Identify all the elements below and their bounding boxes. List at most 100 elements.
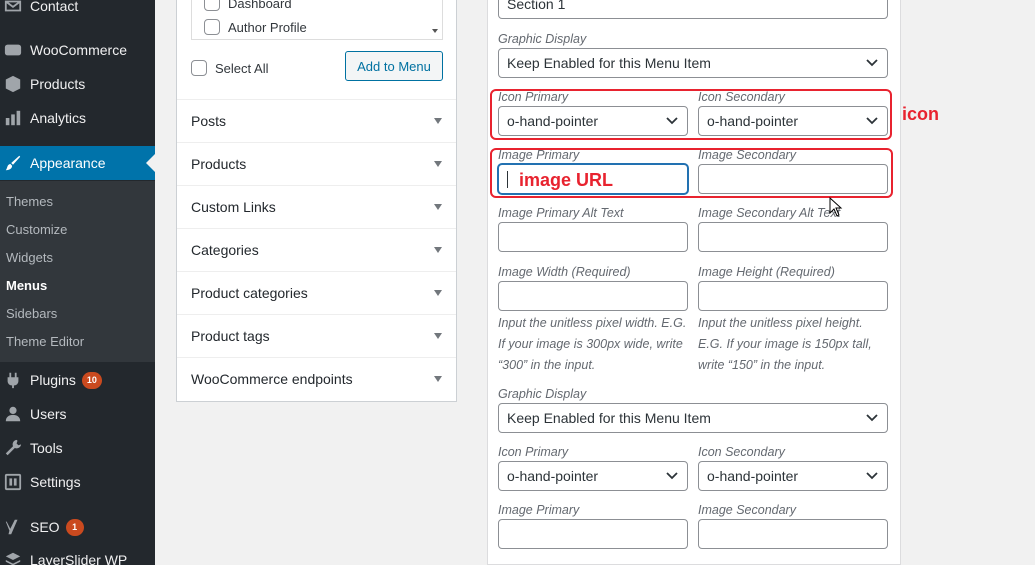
- checkbox[interactable]: [204, 19, 220, 35]
- plugins-update-badge: 10: [81, 371, 102, 389]
- sidebar-item-label: Contact: [30, 0, 79, 14]
- sidebar-item-label: Appearance: [30, 155, 106, 171]
- sidebar-item-contact[interactable]: Contact: [0, 0, 155, 23]
- image-primary-label-2: Image Primary: [498, 503, 580, 517]
- sidebar-item-label: Settings: [30, 474, 81, 490]
- accordion-title: Products: [191, 156, 247, 172]
- appearance-submenu: Themes Customize Widgets Menus Sidebars …: [0, 181, 155, 362]
- yoast-icon: [4, 518, 22, 536]
- admin-sidebar: Contact WooCommerce Products Analytics A…: [0, 0, 155, 565]
- brush-icon: [4, 154, 22, 172]
- user-icon: [4, 405, 22, 423]
- caret-down-icon: [434, 376, 442, 382]
- pages-checklist[interactable]: Dashboard Author Profile: [191, 0, 443, 40]
- graphic-display-select[interactable]: Keep Enabled for this Menu Item: [498, 48, 888, 78]
- sidebar-item-label: Plugins: [30, 372, 76, 388]
- submenu-item-theme-editor[interactable]: Theme Editor: [6, 334, 84, 349]
- image-url-annotation-label: image URL: [519, 170, 614, 190]
- bar-chart-icon: [4, 109, 22, 127]
- sidebar-item-label: LayerSlider WP: [30, 552, 128, 565]
- checkbox[interactable]: [191, 60, 207, 76]
- accordion-custom-links[interactable]: Custom Links: [177, 185, 456, 228]
- submenu-item-widgets[interactable]: Widgets: [6, 250, 53, 265]
- sidebar-item-users[interactable]: Users: [0, 397, 155, 431]
- icon-secondary-select-2[interactable]: o-hand-pointer: [698, 461, 888, 491]
- graphic-display-select-2[interactable]: Keep Enabled for this Menu Item: [498, 403, 888, 433]
- select-value: o-hand-pointer: [507, 468, 599, 484]
- icon-annotation-label: icon: [902, 104, 940, 124]
- accordion-products[interactable]: Products: [177, 142, 456, 185]
- checklist-item-dashboard[interactable]: Dashboard: [204, 0, 292, 11]
- scroll-down-arrow-icon[interactable]: [432, 29, 438, 33]
- select-all-label: Select All: [215, 60, 269, 76]
- sidebar-item-label: Tools: [30, 440, 63, 456]
- accordion-title: Posts: [191, 113, 227, 129]
- sidebar-item-analytics[interactable]: Analytics: [0, 101, 155, 135]
- settings-icon: [4, 473, 22, 491]
- wp-admin-screen: Contact WooCommerce Products Analytics A…: [0, 0, 1035, 565]
- sidebar-item-layerslider[interactable]: LayerSlider WP: [0, 543, 155, 565]
- layers-icon: [4, 551, 22, 565]
- checkbox-label: Author Profile: [228, 19, 307, 35]
- image-secondary-alt-input[interactable]: [698, 222, 888, 252]
- accordion-product-tags[interactable]: Product tags: [177, 314, 456, 357]
- submenu-item-customize[interactable]: Customize: [6, 222, 67, 237]
- icon-primary-select-2[interactable]: o-hand-pointer: [498, 461, 688, 491]
- caret-down-icon: [434, 290, 442, 296]
- sidebar-item-label: Products: [30, 76, 86, 92]
- sidebar-item-woocommerce[interactable]: WooCommerce: [0, 33, 155, 67]
- submenu-item-sidebars[interactable]: Sidebars: [6, 306, 57, 321]
- graphic-display-label-2: Graphic Display: [498, 387, 587, 401]
- icon-highlight-box: [490, 89, 892, 140]
- add-menu-items-box: Dashboard Author Profile Select All Add …: [176, 0, 457, 402]
- sidebar-item-appearance[interactable]: Appearance: [0, 146, 155, 180]
- chevron-down-icon: [666, 472, 678, 480]
- accordion-title: Product tags: [191, 328, 270, 344]
- sidebar-item-seo[interactable]: SEO 1: [0, 510, 155, 544]
- sidebar-item-products[interactable]: Products: [0, 67, 155, 101]
- add-to-menu-button[interactable]: Add to Menu: [345, 51, 443, 81]
- width-help-text: Input the unitless pixel width. E.G. If …: [498, 316, 687, 372]
- chevron-down-icon: [866, 414, 878, 422]
- image-primary-input-2[interactable]: [498, 519, 688, 549]
- accordion-product-categories[interactable]: Product categories: [177, 271, 456, 314]
- accordion-title: Custom Links: [191, 199, 276, 215]
- section-input[interactable]: Section 1: [498, 0, 888, 19]
- image-width-label: Image Width (Required): [498, 265, 631, 279]
- plug-icon: [4, 371, 22, 389]
- accordion-woocommerce-endpoints[interactable]: WooCommerce endpoints: [177, 357, 456, 400]
- submenu-item-themes[interactable]: Themes: [6, 194, 53, 209]
- checkbox-label: Dashboard: [228, 0, 292, 11]
- image-primary-alt-label: Image Primary Alt Text: [498, 206, 624, 220]
- sidebar-item-label: Users: [30, 406, 67, 422]
- checklist-item-author-profile[interactable]: Author Profile: [204, 19, 307, 35]
- sidebar-item-label: Analytics: [30, 110, 87, 126]
- accordion-posts[interactable]: Posts: [177, 99, 456, 142]
- select-value: o-hand-pointer: [707, 468, 799, 484]
- image-primary-alt-input[interactable]: [498, 222, 688, 252]
- checkbox[interactable]: [204, 0, 220, 11]
- icon-primary-label-2: Icon Primary: [498, 445, 569, 459]
- select-value: Keep Enabled for this Menu Item: [507, 55, 711, 71]
- select-all-checkbox[interactable]: Select All: [191, 60, 268, 76]
- submenu-item-menus[interactable]: Menus: [6, 278, 47, 293]
- caret-down-icon: [434, 204, 442, 210]
- image-width-input[interactable]: [498, 281, 688, 311]
- image-secondary-alt-label: Image Secondary Alt Text: [698, 206, 841, 220]
- caret-down-icon: [434, 118, 442, 124]
- sidebar-item-tools[interactable]: Tools: [0, 431, 155, 465]
- seo-notification-badge: 1: [65, 518, 84, 536]
- image-secondary-input-2[interactable]: [698, 519, 888, 549]
- sidebar-item-plugins[interactable]: Plugins 10: [0, 363, 155, 397]
- accordion-categories[interactable]: Categories: [177, 228, 456, 271]
- mail-icon: [4, 0, 22, 15]
- accordion-title: Product categories: [191, 285, 308, 301]
- woo-icon: [4, 41, 22, 59]
- accordion-title: WooCommerce endpoints: [191, 371, 353, 387]
- mouse-pointer-icon: [829, 197, 843, 217]
- chevron-down-icon: [866, 59, 878, 67]
- graphic-display-label: Graphic Display: [498, 32, 587, 46]
- image-height-input[interactable]: [698, 281, 888, 311]
- image-secondary-label-2: Image Secondary: [698, 503, 796, 517]
- sidebar-item-settings[interactable]: Settings: [0, 465, 155, 499]
